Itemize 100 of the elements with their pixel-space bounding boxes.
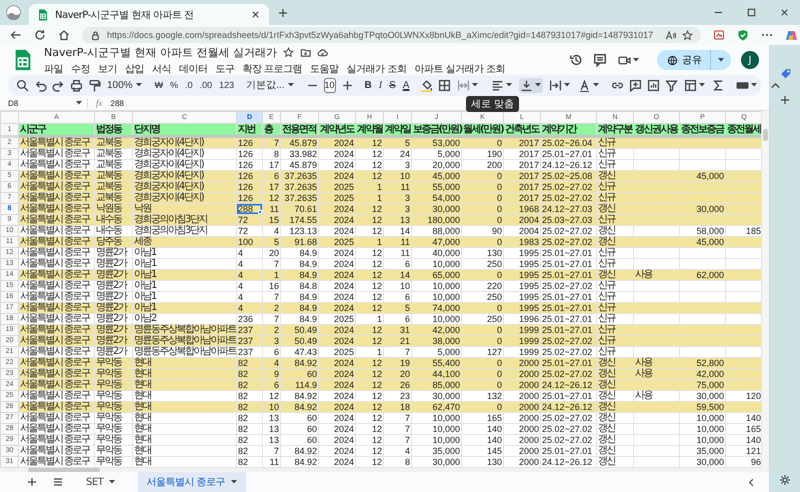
menu-item[interactable]: 서식 — [152, 62, 171, 76]
plus-icon[interactable] — [779, 94, 791, 106]
table-cell[interactable]: 84.9 — [280, 302, 318, 314]
strikethrough-button[interactable]: S — [388, 80, 397, 91]
table-cell[interactable]: 180,000 — [412, 214, 462, 226]
table-dropdown[interactable] — [683, 78, 708, 93]
table-cell[interactable]: 서울특별시 종로구 — [18, 434, 94, 446]
table-cell[interactable]: 6 — [262, 380, 280, 390]
table-cell[interactable]: 명륜2가 — [94, 302, 132, 314]
table-cell[interactable]: 0 — [462, 136, 504, 148]
table-cell[interactable]: 84.9 — [280, 270, 318, 280]
table-cell[interactable]: 220 — [462, 280, 504, 292]
column-heading[interactable]: 계약구분 — [596, 124, 634, 136]
table-cell[interactable]: 갱신 — [596, 434, 634, 446]
table-cell[interactable]: 아남1 — [132, 302, 236, 314]
table-cell[interactable]: 2024 — [318, 280, 356, 292]
table-cell[interactable]: 10,000 — [680, 434, 726, 446]
table-cell[interactable]: 갱신 — [596, 424, 634, 434]
table-cell[interactable]: 72 — [236, 214, 262, 226]
table-cell[interactable]: 82 — [236, 380, 262, 390]
menu-item[interactable]: 확장 프로그램 — [242, 62, 302, 76]
table-cell[interactable]: 1 — [262, 270, 280, 280]
table-cell[interactable]: 경희궁의아침3단지 — [132, 214, 236, 226]
table-cell[interactable]: 10,000 — [412, 434, 462, 446]
table-cell[interactable]: 무악동 — [94, 380, 132, 390]
table-cell[interactable]: 서울특별시 종로구 — [18, 136, 94, 148]
table-cell[interactable]: 1995 — [504, 302, 540, 314]
italic-button[interactable]: I — [378, 80, 384, 91]
font-size-field[interactable]: 10 — [324, 78, 336, 93]
table-cell[interactable]: 10 — [262, 402, 280, 412]
table-cell[interactable]: 84.92 — [280, 402, 318, 412]
table-cell[interactable]: 명륜2가 — [94, 280, 132, 292]
browser-tab[interactable]: NaverP-시군구별 현재 아파트 전 — [29, 4, 269, 25]
column-heading[interactable]: 종전보증금 — [680, 124, 726, 136]
table-cell[interactable]: 4 — [236, 270, 262, 280]
table-cell[interactable]: 12 — [356, 248, 384, 258]
table-cell[interactable]: 12 — [356, 302, 384, 314]
plus-icon[interactable] — [340, 78, 354, 92]
table-cell[interactable]: 126 — [236, 192, 262, 204]
table-cell[interactable]: 2017 — [504, 148, 540, 160]
read-aloud-icon[interactable] — [665, 30, 676, 40]
sheet-tab[interactable]: 서울특별시 종로구 — [138, 472, 246, 492]
table-cell[interactable]: 8 — [262, 148, 280, 160]
table-cell[interactable]: 12 — [356, 412, 384, 424]
table-cell[interactable]: 10,000 — [412, 280, 462, 292]
table-cell[interactable]: 2004 — [504, 214, 540, 226]
menu-item[interactable]: 데이터 — [179, 62, 208, 76]
table-cell[interactable]: 4 — [236, 302, 262, 314]
table-cell[interactable]: 4 — [236, 280, 262, 292]
table-cell[interactable]: 25.01~27.01 — [540, 248, 596, 258]
table-cell[interactable]: 2024 — [318, 446, 356, 456]
table-cell[interactable]: 서울특별시 종로구 — [18, 424, 94, 434]
table-cell[interactable]: 현대 — [132, 412, 236, 424]
borders-icon[interactable] — [438, 78, 452, 92]
table-cell[interactable]: 3 — [262, 336, 280, 346]
document-title[interactable]: NaverP-시군구별 현재 아파트 전월세 실거래가 — [44, 44, 278, 60]
table-cell[interactable]: 현대 — [132, 434, 236, 446]
undo-icon[interactable] — [34, 78, 47, 92]
table-cell[interactable]: 26 — [384, 380, 412, 390]
formula-field[interactable]: 288 — [110, 98, 124, 108]
table-cell[interactable]: 16 — [262, 280, 280, 292]
table-cell[interactable]: 82 — [236, 434, 262, 446]
table-cell[interactable]: 갱신 — [596, 412, 634, 424]
menu-item[interactable]: 도움말 — [310, 62, 339, 76]
table-cell[interactable]: 현대 — [132, 424, 236, 434]
table-cell[interactable]: 서울특별시 종로구 — [18, 446, 94, 456]
table-cell[interactable]: 20 — [262, 248, 280, 258]
table-cell[interactable]: 2024 — [318, 424, 356, 434]
table-cell[interactable]: 경희궁자이(4단지) — [132, 136, 236, 148]
column-heading[interactable]: 시군구 — [18, 124, 94, 136]
table-cell[interactable]: 서울특별시 종로구 — [18, 236, 94, 248]
menu-item[interactable]: 실거래가 조회 — [346, 62, 406, 76]
table-cell[interactable]: 91.68 — [280, 236, 318, 248]
table-cell[interactable]: 25.02~26.04 — [540, 136, 596, 148]
table-cell[interactable]: 갱신 — [596, 402, 634, 412]
table-cell[interactable]: 현대 — [132, 446, 236, 456]
table-cell[interactable]: 경희궁자이(4단지) — [132, 148, 236, 160]
table-cell[interactable]: 126 — [236, 148, 262, 160]
table-cell[interactable]: 25.02~27.02 — [540, 336, 596, 346]
menu-item[interactable]: 아파트 실거래가 조회 — [414, 62, 506, 76]
table-cell[interactable]: 25.02~27.02 — [540, 236, 596, 248]
table-cell[interactable]: 2024 — [318, 302, 356, 314]
table-cell[interactable]: 82 — [236, 402, 262, 412]
menu-item[interactable]: 수정 — [71, 62, 90, 76]
table-cell[interactable]: 100 — [236, 236, 262, 248]
table-cell[interactable]: 38,000 — [412, 336, 462, 346]
table-cell[interactable]: 갱신 — [596, 270, 634, 280]
table-cell[interactable]: 4 — [236, 248, 262, 258]
extension-icon[interactable] — [713, 29, 726, 41]
table-cell[interactable]: 5 — [384, 302, 412, 314]
table-cell[interactable]: 2024 — [318, 402, 356, 412]
table-cell[interactable]: 신규 — [596, 248, 634, 258]
table-cell[interactable]: 현대 — [132, 380, 236, 390]
table-cell[interactable]: 신규 — [596, 302, 634, 314]
table-cell[interactable]: 0 — [462, 402, 504, 412]
table-cell[interactable]: 145 — [462, 446, 504, 456]
table-cell[interactable]: 40,000 — [412, 248, 462, 258]
column-heading[interactable]: 갱신권사용 — [634, 124, 680, 136]
table-cell[interactable]: 140 — [462, 424, 504, 434]
table-cell[interactable]: 서울특별시 종로구 — [18, 270, 94, 280]
